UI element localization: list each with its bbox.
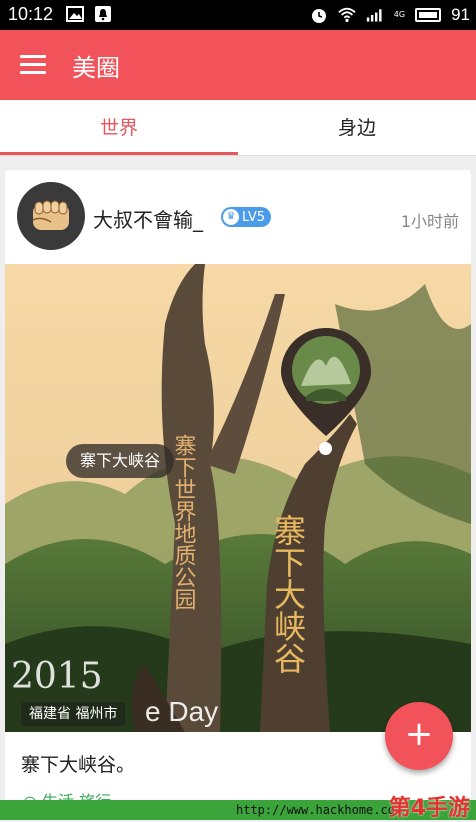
tab-world[interactable]: 世界 (0, 100, 238, 156)
level-label: LV5 (242, 209, 265, 225)
menu-icon[interactable] (20, 55, 46, 75)
active-tab-indicator (0, 152, 238, 155)
username[interactable]: 大叔不會输_ (93, 204, 203, 233)
watermark-url: http://www.hackhome.com (236, 803, 403, 817)
fist-icon (32, 200, 69, 230)
post-time: 1小时前 (400, 212, 459, 231)
4g-lte-icon: 4G (393, 10, 406, 19)
alarm-icon (311, 9, 326, 23)
region-tag[interactable]: 福建省 福州市 (21, 702, 126, 726)
app-bar: 美圈 (0, 30, 476, 100)
signal-icon (366, 9, 382, 22)
post-caption: 寨下大峡谷。 (21, 754, 136, 776)
status-bar: 10:12 4G 91 (0, 0, 476, 30)
svg-text:寨下大峡谷: 寨下大峡谷 (269, 514, 307, 674)
battery-percent: 91 (451, 5, 470, 24)
app-title: 美圈 (72, 54, 120, 82)
add-post-button[interactable]: + (385, 702, 453, 770)
wifi-icon (338, 7, 356, 23)
pin-location-dot (319, 442, 332, 455)
map-pin-icon[interactable] (281, 326, 371, 456)
battery-icon (415, 8, 442, 22)
watermark-logo: 第4手游 (388, 796, 470, 821)
image-icon (66, 6, 84, 22)
tab-nearby[interactable]: 身边 (238, 100, 476, 156)
crown-icon: ♛ (223, 209, 239, 225)
photo-overlay-year: 2015 (11, 656, 103, 697)
photo-overlay-day: e Day (145, 696, 219, 727)
level-badge: ♛ LV5 (221, 207, 271, 227)
status-time: 10:12 (8, 4, 54, 24)
tab-bar: 世界 身边 (0, 100, 476, 156)
svg-text:寨下世界地质公园: 寨下世界地质公园 (171, 434, 197, 610)
bell-icon (95, 6, 111, 22)
location-tag[interactable]: 寨下大峡谷 (66, 444, 175, 478)
avatar[interactable] (17, 182, 85, 250)
